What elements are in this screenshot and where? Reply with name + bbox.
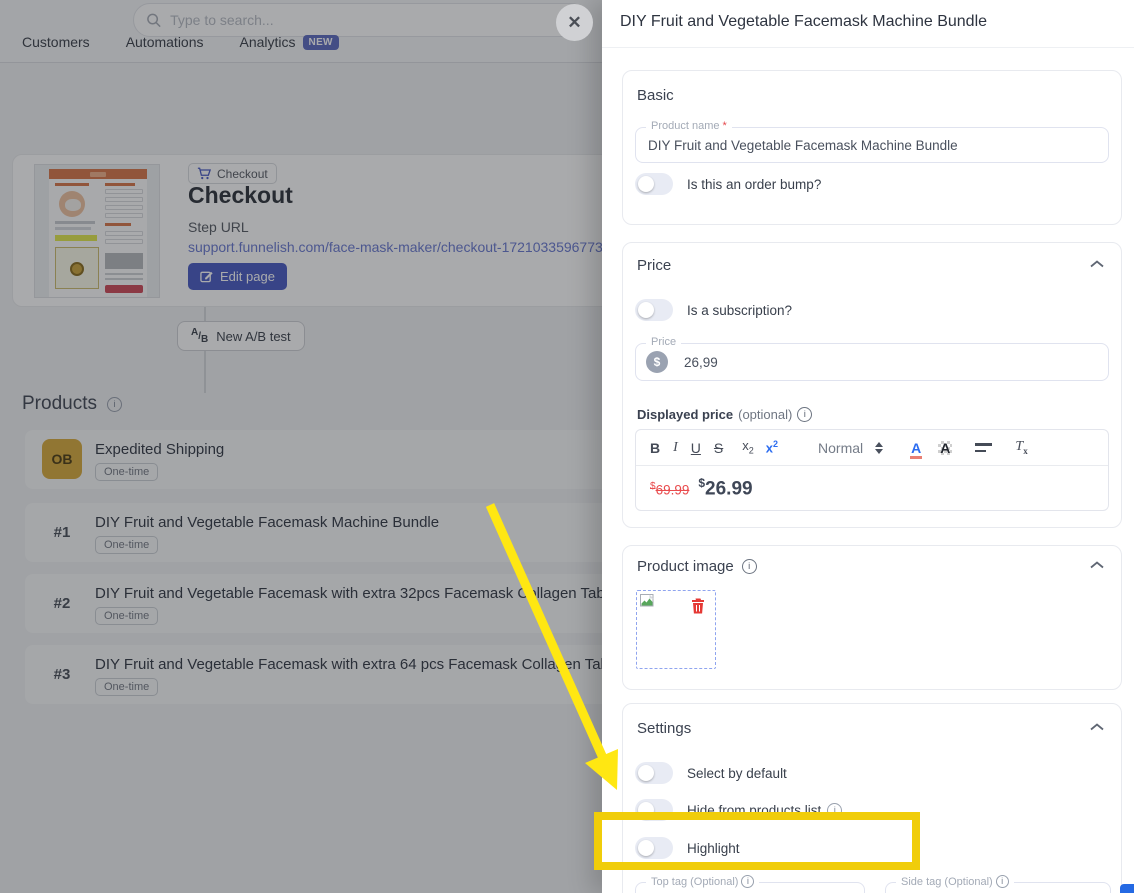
hide-from-products-list-label: Hide from products list i bbox=[687, 803, 842, 818]
close-icon: ✕ bbox=[567, 13, 581, 33]
settings-section: Settings Select by default Hide from pro… bbox=[622, 703, 1122, 893]
top-tag-info-icon[interactable]: i bbox=[741, 875, 754, 888]
format-select-arrows-icon[interactable] bbox=[875, 442, 883, 454]
chevron-up-icon[interactable] bbox=[1089, 560, 1105, 570]
top-tag-label-text: Top tag (Optional) bbox=[651, 876, 738, 888]
toggle-knob bbox=[638, 840, 654, 856]
basic-heading: Basic bbox=[637, 87, 674, 104]
broken-image-icon bbox=[640, 594, 656, 608]
new-price-text: $26.99 bbox=[698, 476, 752, 500]
side-tag-label-text: Side tag (Optional) bbox=[901, 876, 993, 888]
displayed-price-label: Displayed price bbox=[637, 407, 733, 422]
rich-text-editor: B I U S x2 x2 Normal A A Tx $69.99 $26.9… bbox=[635, 429, 1109, 511]
highlight-toggle-row: Highlight bbox=[635, 837, 740, 859]
toggle-knob bbox=[638, 765, 654, 781]
price-section: Price Is a subscription? Price $ Display… bbox=[622, 242, 1122, 528]
strikethrough-button[interactable]: S bbox=[714, 441, 723, 455]
product-image-heading-label: Product image bbox=[637, 558, 734, 575]
price-label-text: Price bbox=[651, 336, 676, 348]
hide-products-toggle-row: Hide from products list i bbox=[635, 799, 842, 821]
trash-icon bbox=[691, 598, 705, 614]
price-heading: Price bbox=[637, 257, 671, 274]
drawer-title: DIY Fruit and Vegetable Facemask Machine… bbox=[620, 13, 987, 31]
order-bump-label: Is this an order bump? bbox=[687, 177, 821, 192]
subscription-toggle-row: Is a subscription? bbox=[635, 299, 792, 321]
delete-image-button[interactable] bbox=[691, 598, 705, 617]
highlight-label: Highlight bbox=[687, 841, 740, 856]
basic-section: Basic Product name * Is this an order bu… bbox=[622, 70, 1122, 225]
displayed-price-info-icon[interactable]: i bbox=[797, 407, 812, 422]
toggle-knob bbox=[638, 302, 654, 318]
side-tag-label: Side tag (Optional) i bbox=[896, 875, 1014, 888]
product-name-input[interactable] bbox=[636, 128, 1108, 162]
select-by-default-toggle[interactable] bbox=[635, 762, 673, 784]
price-field-label: Price bbox=[646, 336, 681, 348]
product-image-heading: Product image i bbox=[637, 558, 757, 575]
subscription-label: Is a subscription? bbox=[687, 303, 792, 318]
subscript-button[interactable]: x2 bbox=[742, 439, 754, 456]
displayed-price-label-row: Displayed price (optional) i bbox=[637, 407, 812, 422]
product-name-label: Product name * bbox=[646, 120, 732, 132]
hide-label-text: Hide from products list bbox=[687, 803, 821, 818]
highlight-toggle[interactable] bbox=[635, 837, 673, 859]
product-image-info-icon[interactable]: i bbox=[742, 559, 757, 574]
product-image-section: Product image i bbox=[622, 545, 1122, 690]
background-color-button[interactable]: A bbox=[938, 441, 952, 455]
order-bump-toggle-row: Is this an order bump? bbox=[635, 173, 821, 195]
required-asterisk: * bbox=[722, 120, 726, 132]
top-tag-label: Top tag (Optional) i bbox=[646, 875, 759, 888]
editor-toolbar: B I U S x2 x2 Normal A A Tx bbox=[636, 430, 1108, 466]
price-field[interactable]: Price $ bbox=[635, 343, 1109, 381]
price-input[interactable] bbox=[684, 344, 884, 380]
old-price-text: $69.99 bbox=[650, 481, 689, 498]
product-name-label-text: Product name bbox=[651, 120, 719, 132]
product-drawer: DIY Fruit and Vegetable Facemask Machine… bbox=[602, 0, 1134, 893]
hide-from-products-list-toggle[interactable] bbox=[635, 799, 673, 821]
subscript-mark: 2 bbox=[749, 446, 754, 456]
underline-button[interactable]: U bbox=[691, 441, 701, 455]
hidden-button-sliver bbox=[1120, 884, 1134, 893]
drawer-close-button[interactable]: ✕ bbox=[556, 4, 593, 41]
dollar-icon: $ bbox=[646, 351, 668, 373]
side-tag-info-icon[interactable]: i bbox=[996, 875, 1009, 888]
price-field-inner: $ bbox=[636, 344, 1108, 380]
top-tag-field[interactable]: Top tag (Optional) i bbox=[635, 882, 865, 893]
superscript-base: x bbox=[766, 441, 773, 456]
format-select[interactable]: Normal bbox=[818, 440, 863, 456]
toggle-knob bbox=[638, 176, 654, 192]
align-button[interactable] bbox=[975, 442, 992, 453]
clear-formatting-button[interactable]: Tx bbox=[1015, 440, 1027, 456]
chevron-up-icon[interactable] bbox=[1089, 722, 1105, 732]
subscription-toggle[interactable] bbox=[635, 299, 673, 321]
side-tag-field[interactable]: Side tag (Optional) i bbox=[885, 882, 1111, 893]
hide-info-icon[interactable]: i bbox=[827, 803, 842, 818]
select-default-toggle-row: Select by default bbox=[635, 762, 787, 784]
displayed-price-optional: (optional) bbox=[738, 407, 792, 422]
select-by-default-label: Select by default bbox=[687, 766, 787, 781]
drawer-divider bbox=[602, 47, 1134, 48]
bold-button[interactable]: B bbox=[650, 441, 660, 455]
settings-heading: Settings bbox=[637, 720, 691, 737]
product-name-field[interactable]: Product name * bbox=[635, 127, 1109, 163]
clear-formatting-x: x bbox=[1023, 445, 1028, 455]
chevron-up-icon[interactable] bbox=[1089, 259, 1105, 269]
superscript-mark: 2 bbox=[773, 439, 778, 449]
toggle-knob bbox=[638, 802, 654, 818]
product-image-box[interactable] bbox=[636, 590, 716, 669]
italic-button[interactable]: I bbox=[673, 441, 678, 455]
text-color-button[interactable]: A bbox=[911, 441, 921, 455]
editor-content[interactable]: $69.99 $26.99 bbox=[636, 466, 1108, 510]
order-bump-toggle[interactable] bbox=[635, 173, 673, 195]
superscript-button[interactable]: x2 bbox=[766, 440, 778, 454]
